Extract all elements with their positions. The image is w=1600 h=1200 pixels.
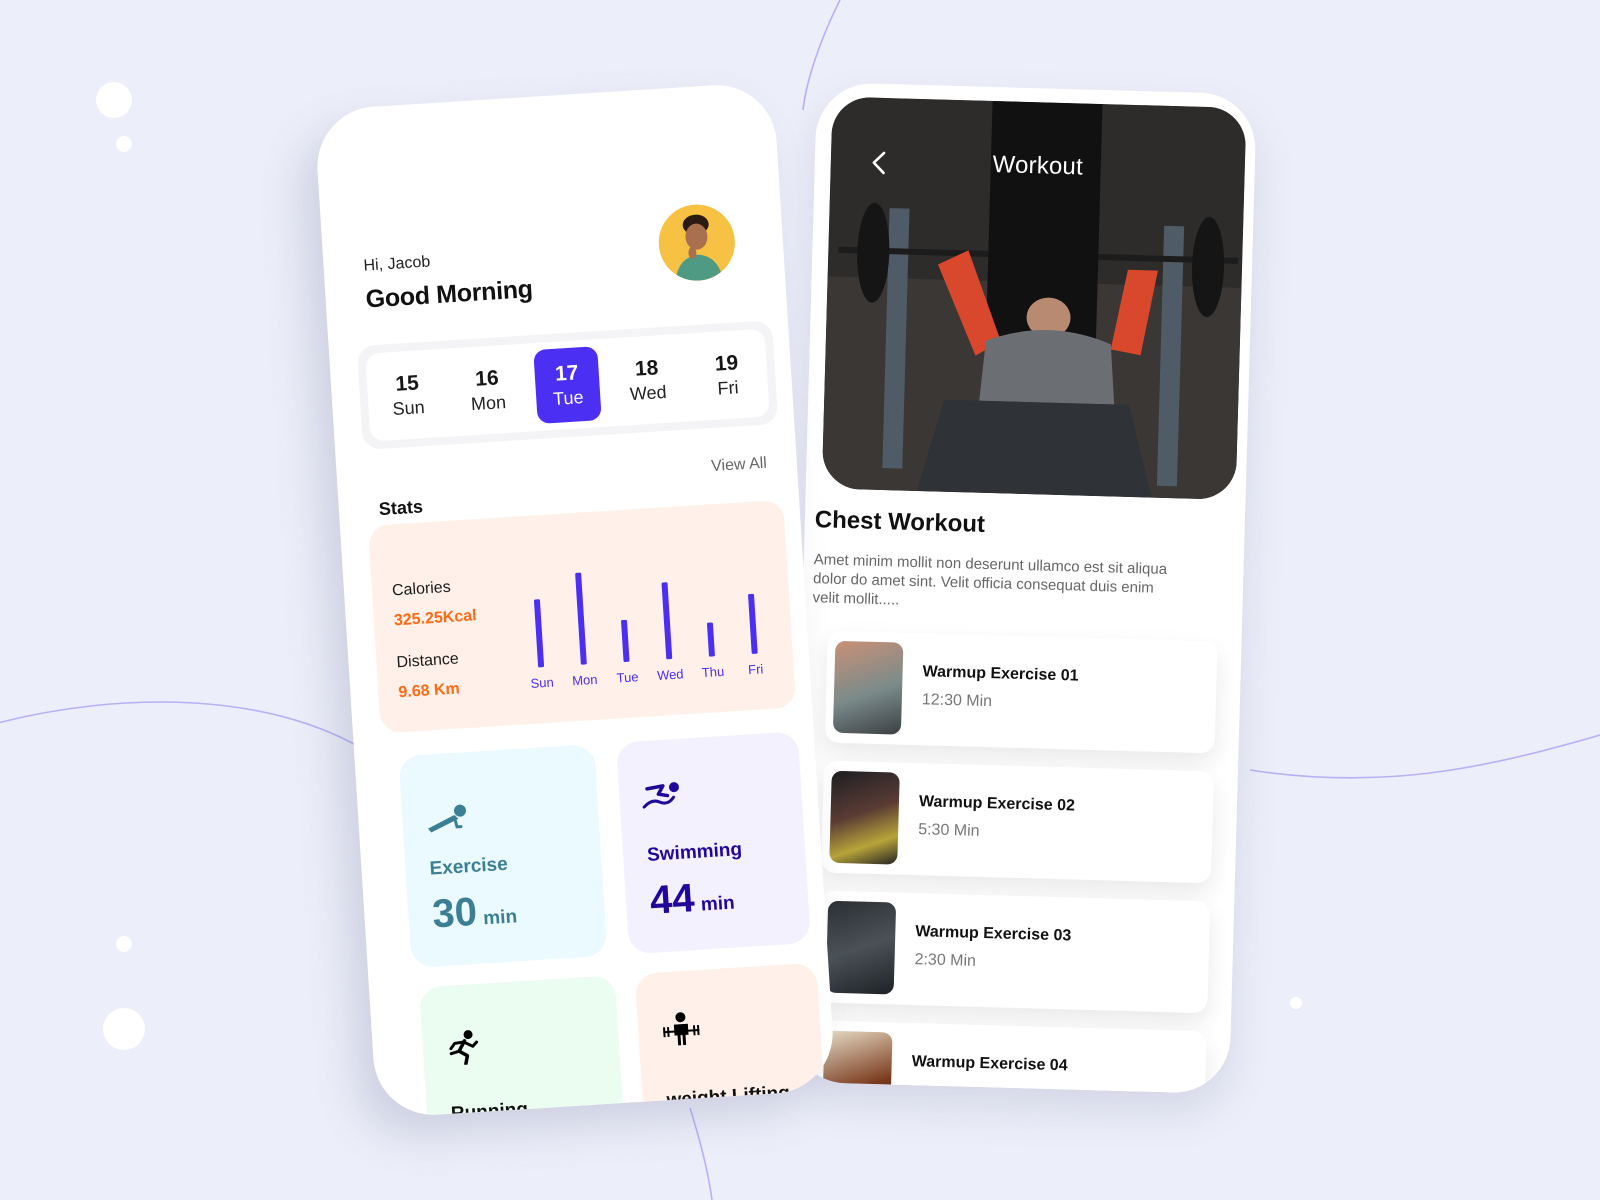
date-day: Sun [391, 396, 426, 419]
date-item-16[interactable]: 16 Mon [453, 351, 522, 429]
date-day: Tue [552, 386, 585, 409]
greeting-title: Good Morning [364, 275, 534, 314]
tick-label-mon: Mon [572, 672, 598, 689]
date-number: 16 [474, 365, 500, 391]
tick-label-wed: Wed [657, 666, 684, 683]
exercise-name: Warmup Exercise 01 [922, 663, 1079, 685]
date-item-18[interactable]: 18 Wed [613, 341, 682, 419]
bar-thu [706, 622, 715, 657]
exercise-label: Exercise [428, 853, 509, 880]
exercise-list-item[interactable]: Warmup Exercise 01 12:30 Min [824, 630, 1218, 754]
exercise-thumbnail [832, 640, 904, 735]
weightlifting-icon [663, 1012, 700, 1046]
exercise-thumbnail [829, 770, 900, 865]
weight-lifting-tile[interactable]: weight Lifting [634, 962, 828, 1119]
swimming-minutes: 44 [648, 876, 696, 923]
workout-description: Amet minim mollit non deserunt ullamco e… [812, 551, 1168, 609]
exercise-name: Warmup Exercise 03 [915, 923, 1072, 945]
calories-bar-chart: Sun Mon Tue Wed Thu Fri [530, 572, 764, 691]
date-selector: 15 Sun 16 Mon 17 Tue 18 Wed 19 Fri [356, 320, 779, 451]
date-day: Fri [716, 376, 740, 399]
distance-value: 9.68 Km [397, 680, 461, 702]
tick-label-tue: Tue [616, 669, 639, 685]
decor-dot [116, 936, 132, 952]
exercise-name: Warmup Exercise 02 [918, 793, 1076, 815]
view-all-link[interactable]: View All [711, 455, 768, 476]
exercise-list-item[interactable]: Warmup Exercise 04 [813, 1020, 1207, 1094]
home-screen: Hi, Jacob Good Morning 15 Sun 16 Mon 17 … [313, 81, 837, 1119]
tick-label-sun: Sun [530, 675, 554, 691]
swimming-value: 44 min [649, 874, 736, 924]
decor-dot [1290, 997, 1302, 1009]
greeting-small: Hi, Jacob [363, 253, 431, 275]
stats-title: Stats [378, 496, 424, 520]
exercise-name: Warmup Exercise 04 [911, 1053, 1068, 1075]
exercise-tile[interactable]: Exercise 30 min [398, 744, 608, 968]
stats-card: Calories 325.25Kcal Distance 9.68 Km Sun… [367, 499, 797, 734]
swimming-icon [642, 782, 679, 809]
date-number: 17 [554, 360, 580, 386]
avatar[interactable] [656, 202, 738, 283]
weight-lifting-label: weight Lifting [665, 1082, 791, 1112]
swimming-unit: min [700, 892, 736, 916]
bar-fri [748, 593, 758, 654]
exercise-unit: min [482, 906, 518, 930]
date-day: Mon [470, 391, 507, 414]
bar-mon [575, 572, 587, 665]
exercise-list-item[interactable]: Warmup Exercise 03 2:30 Min [817, 890, 1211, 1014]
date-item-19[interactable]: 19 Fri [693, 336, 762, 414]
workout-title: Chest Workout [814, 506, 986, 538]
tick-label-thu: Thu [701, 664, 724, 680]
pushup-icon [428, 804, 466, 833]
exercise-duration: 12:30 Min [921, 691, 993, 711]
exercise-duration: 5:30 Min [917, 821, 980, 840]
swimming-tile[interactable]: Swimming 44 min [616, 731, 811, 955]
distance-label: Distance [396, 650, 460, 672]
bar-tue [621, 619, 630, 662]
running-icon [449, 1030, 479, 1066]
decor-dot [103, 1008, 145, 1050]
running-tile[interactable]: Running [419, 975, 626, 1119]
greeting: Hi, Jacob Good Morning [363, 247, 533, 314]
swimming-label: Swimming [646, 839, 743, 866]
bar-wed [661, 582, 673, 660]
date-number: 18 [634, 355, 659, 381]
decor-arc-right [1249, 734, 1600, 779]
exercise-minutes: 30 [431, 889, 479, 937]
decor-arc-top [802, 0, 841, 111]
exercise-thumbnail [825, 900, 897, 995]
exercise-duration: 2:30 Min [914, 951, 977, 970]
date-number: 19 [714, 350, 739, 376]
date-item-17-selected[interactable]: 17 Tue [533, 346, 602, 424]
calories-value: 325.25Kcal [393, 607, 478, 630]
avatar-photo [656, 202, 738, 283]
date-day: Wed [629, 381, 668, 404]
exercise-value: 30 min [431, 887, 518, 937]
decor-dot [116, 136, 132, 152]
bar-sun [533, 599, 545, 668]
date-item-15[interactable]: 15 Sun [374, 356, 443, 434]
running-label: Running [450, 1098, 529, 1119]
exercise-thumbnail [821, 1030, 893, 1094]
decor-arc-left [0, 701, 381, 761]
exercise-list-item[interactable]: Warmup Exercise 02 5:30 Min [820, 760, 1214, 884]
tick-label-fri: Fri [748, 661, 764, 677]
workout-screen: Workout Chest Workout Amet minim mollit … [789, 82, 1257, 1094]
date-number: 15 [394, 370, 420, 396]
decor-dot [96, 82, 132, 118]
decor-arc-bottom [689, 1107, 713, 1200]
workout-hero-image: Workout [821, 96, 1247, 500]
calories-label: Calories [391, 578, 452, 600]
